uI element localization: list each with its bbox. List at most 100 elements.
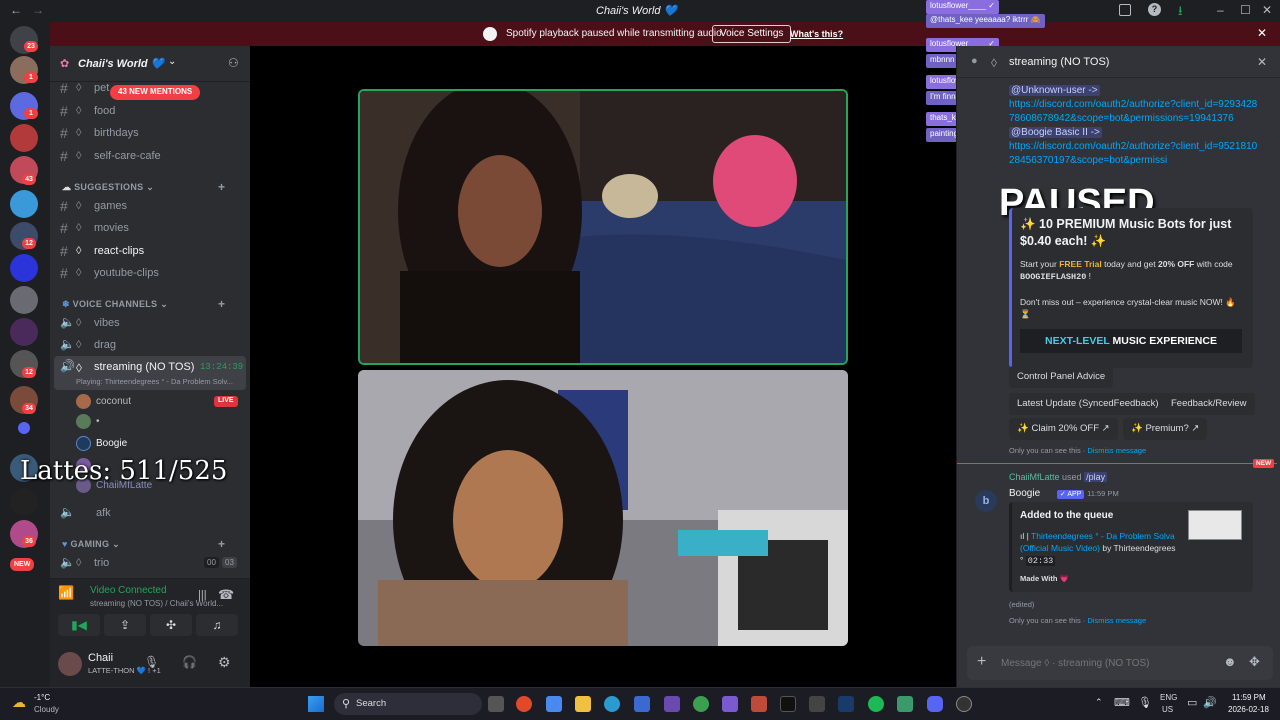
server-icon[interactable] — [10, 318, 38, 346]
server-icon[interactable] — [10, 254, 38, 282]
forward-arrow-icon[interactable]: → — [32, 3, 44, 17]
noise-suppression-icon[interactable]: ||| — [198, 589, 207, 601]
channel-birthdays[interactable]: # ◊ birthdays — [58, 123, 244, 143]
channel-games[interactable]: # ◊ games — [58, 196, 244, 216]
server-icon[interactable] — [10, 190, 38, 218]
pinned-app-icon[interactable] — [751, 696, 767, 712]
video-tile-speaking[interactable] — [358, 89, 848, 365]
control-panel-advice-button[interactable]: Control Panel Advice — [1009, 366, 1114, 388]
pinned-app-icon[interactable] — [897, 696, 913, 712]
brave-icon[interactable] — [516, 696, 532, 712]
help-icon[interactable]: ? — [1148, 3, 1161, 16]
category-suggestions[interactable]: ☁ SUGGESTIONS ⌄ + — [62, 180, 225, 194]
weather-icon[interactable]: ☁ — [12, 694, 26, 711]
minimize-button[interactable]: – — [1217, 3, 1224, 17]
disconnect-icon[interactable]: ☎ — [218, 587, 234, 603]
discord-taskbar-icon[interactable] — [927, 696, 943, 712]
pinned-app-icon[interactable] — [722, 696, 738, 712]
settings-gear-icon[interactable]: ⚙ — [218, 654, 231, 671]
task-view-icon[interactable] — [488, 696, 504, 712]
dismiss-link[interactable]: Dismiss message — [1087, 446, 1146, 455]
server-icon[interactable] — [10, 286, 38, 314]
inbox-icon[interactable] — [1119, 4, 1131, 16]
obs-icon[interactable] — [956, 696, 972, 712]
camera-button[interactable]: ▮◀ — [58, 614, 100, 636]
activities-button[interactable]: ✣ — [150, 614, 192, 636]
user-mention[interactable]: @Boogie Basic II -> — [1009, 127, 1102, 138]
user-mention[interactable]: @Unknown-user -> — [1009, 85, 1100, 96]
channel-self-care-cafe[interactable]: # ◊ self-care-cafe — [58, 146, 244, 166]
server-icon[interactable] — [10, 488, 38, 516]
spotify-taskbar-icon[interactable] — [868, 696, 884, 712]
voice-channel-trio[interactable]: 🔈 ◊ trio 00 03 — [58, 553, 244, 573]
pinned-app-icon[interactable] — [809, 696, 825, 712]
server-header[interactable]: ✿ Chaii's World 💙 ⌄ ⚇ — [50, 46, 250, 82]
command-name[interactable]: /play — [1084, 472, 1108, 482]
track-thumbnail[interactable] — [1188, 510, 1242, 540]
bot-avatar[interactable]: b — [975, 490, 997, 512]
add-channel-icon[interactable]: + — [218, 537, 225, 551]
whats-this-link[interactable]: What's this? — [790, 29, 843, 39]
oauth-link[interactable]: https://discord.com/oauth2/authorize?cli… — [1009, 99, 1257, 124]
add-attachment-icon[interactable]: + — [977, 653, 986, 671]
close-window-button[interactable]: ✕ — [1262, 3, 1272, 17]
folder-icon[interactable] — [18, 422, 30, 434]
steam-icon[interactable] — [838, 696, 854, 712]
premium-button[interactable]: ✨ Premium? ↗ — [1123, 418, 1208, 440]
oauth-link[interactable]: https://discord.com/oauth2/authorize?cli… — [1009, 141, 1257, 166]
volume-icon[interactable]: 🔊 — [1203, 696, 1217, 709]
apps-icon[interactable]: ✥ — [1249, 654, 1260, 670]
voice-channel-vibes[interactable]: 🔈 ◊ vibes — [58, 313, 244, 333]
banner-close-icon[interactable]: ✕ — [1257, 26, 1267, 40]
add-channel-icon[interactable]: + — [218, 180, 225, 194]
voice-channel-drag[interactable]: 🔈 ◊ drag — [58, 335, 244, 355]
back-arrow-icon[interactable]: ← — [10, 3, 22, 17]
message-input[interactable] — [1001, 654, 1221, 672]
new-mentions-pill[interactable]: 43 NEW MENTIONS — [110, 85, 201, 100]
channel-food[interactable]: # ◊ food — [58, 101, 244, 121]
new-unreads-badge[interactable]: NEW — [10, 558, 35, 571]
voice-channel-streaming-active[interactable]: 🔊 ◊ streaming (NO TOS) 13:24:39 Playing:… — [54, 356, 246, 390]
taskbar-search[interactable]: ⚲ Search — [334, 693, 482, 715]
invite-user-icon[interactable]: ⚇ — [228, 56, 239, 70]
claim-discount-button[interactable]: ✨ Claim 20% OFF ↗ — [1009, 418, 1118, 440]
video-tile[interactable] — [358, 370, 848, 646]
tray-chevron-up-icon[interactable]: ⌃ — [1095, 697, 1103, 708]
download-icon[interactable]: ⭳ — [1178, 2, 1183, 24]
close-chat-icon[interactable]: ✕ — [1257, 55, 1267, 69]
copilot-icon[interactable] — [546, 696, 562, 712]
clock-time[interactable]: 11:59 PM — [1232, 693, 1266, 702]
category-gaming[interactable]: ♥ GAMING ⌄ + — [62, 537, 225, 551]
pinned-app-icon[interactable] — [634, 696, 650, 712]
channel-react-clips[interactable]: # ◊ react-clips — [58, 241, 244, 261]
latest-update-button[interactable]: Latest Update (SyncedFeedback) — [1009, 393, 1167, 415]
add-channel-icon[interactable]: + — [218, 297, 225, 311]
server-icon[interactable] — [10, 124, 38, 152]
microphone-icon[interactable]: 🎙 — [144, 655, 159, 669]
file-explorer-icon[interactable] — [575, 696, 591, 712]
dismiss-link[interactable]: Dismiss message — [1087, 616, 1146, 625]
soundboard-button[interactable]: ♫ — [196, 614, 238, 636]
windows-start-icon[interactable] — [308, 696, 324, 712]
mic-tray-icon[interactable]: 🎙 — [1138, 696, 1152, 709]
voice-settings-button[interactable]: Voice Settings — [712, 25, 792, 43]
tiktok-icon[interactable] — [780, 696, 796, 712]
voice-channel-afk[interactable]: 🔈 afk — [58, 503, 244, 523]
headphones-icon[interactable]: 🎧 — [182, 655, 197, 669]
screen-share-button[interactable]: ⇪ — [104, 614, 146, 636]
command-user[interactable]: ChaiiMfLatte — [1009, 472, 1060, 482]
feedback-review-button[interactable]: Feedback/Review — [1163, 393, 1255, 415]
channel-youtube-clips[interactable]: # ◊ youtube-clips — [58, 263, 244, 283]
network-icon[interactable]: ⌨ — [1114, 696, 1130, 709]
edge-icon[interactable] — [604, 696, 620, 712]
store-icon[interactable] — [664, 696, 680, 712]
display-icon[interactable]: ▭ — [1187, 696, 1197, 709]
bot-name[interactable]: Boogie — [1009, 488, 1040, 499]
channel-movies[interactable]: # ◊ movies — [58, 218, 244, 238]
maximize-button[interactable]: ☐ — [1240, 3, 1251, 17]
input-language[interactable]: ENG — [1160, 693, 1177, 702]
emoji-icon[interactable]: ☻ — [1223, 654, 1237, 669]
chrome-icon[interactable] — [693, 696, 709, 712]
category-voice-channels[interactable]: ❄ VOICE CHANNELS ⌄ + — [62, 297, 225, 311]
avatar[interactable] — [58, 652, 82, 676]
